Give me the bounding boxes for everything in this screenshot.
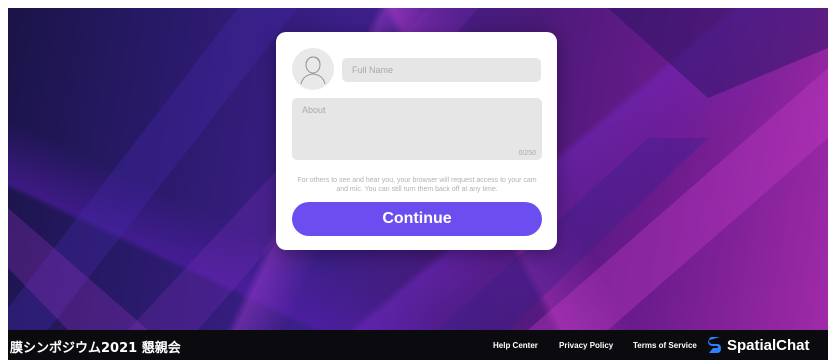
- brand-name: SpatialChat: [727, 336, 810, 354]
- footer-bar: 膜シンポジウム2021 懇親会 Help Center Privacy Poli…: [8, 330, 828, 360]
- brand-logo[interactable]: SpatialChat: [708, 336, 810, 354]
- spatialchat-logo-icon: [708, 337, 721, 353]
- help-center-link[interactable]: Help Center: [493, 341, 538, 350]
- permission-notice: For others to see and hear you, your bro…: [297, 177, 537, 193]
- terms-of-service-link[interactable]: Terms of Service: [633, 341, 697, 350]
- user-avatar-icon: [300, 56, 326, 85]
- about-character-counter: 0/250: [518, 150, 536, 157]
- privacy-policy-link[interactable]: Privacy Policy: [559, 341, 613, 350]
- about-input[interactable]: [292, 98, 542, 160]
- about-field: 0/250: [292, 98, 542, 160]
- profile-card: 0/250 For others to see and hear you, yo…: [276, 32, 557, 250]
- full-name-input[interactable]: [342, 58, 541, 82]
- continue-button[interactable]: Continue: [292, 202, 542, 236]
- event-title: 膜シンポジウム2021 懇親会: [10, 341, 181, 356]
- avatar-upload[interactable]: [292, 48, 334, 90]
